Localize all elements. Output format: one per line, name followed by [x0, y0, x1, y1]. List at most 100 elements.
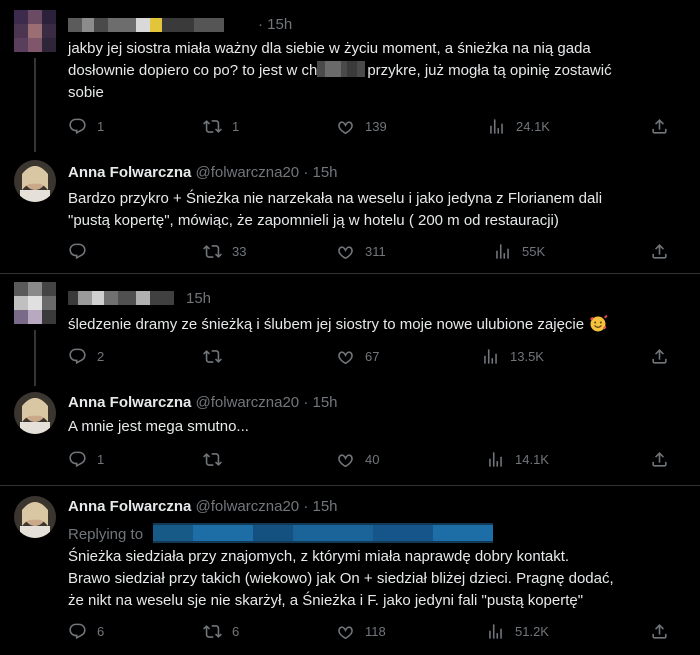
- tweet-actions: 1 1 139 24.1K: [68, 117, 668, 137]
- tweet-text: A mnie jest mega smutno...: [68, 416, 688, 438]
- tweet-actions: 6 6 118 51.2K: [68, 622, 668, 642]
- like-count: 118: [365, 624, 386, 639]
- share-button[interactable]: [650, 242, 669, 261]
- share-icon: [650, 450, 669, 469]
- reply-button[interactable]: 2: [68, 347, 104, 366]
- author-name[interactable]: Anna Folwarczna @folwarczna20 · 15h: [68, 394, 338, 411]
- reply-icon: [68, 622, 87, 641]
- like-count: 139: [365, 119, 387, 134]
- author-handle[interactable]: @folwarczna20: [196, 394, 300, 411]
- views-button[interactable]: 14.1K: [486, 450, 549, 469]
- retweet-button[interactable]: [203, 347, 232, 366]
- author-name-blurred[interactable]: [68, 14, 258, 36]
- views-count: 13.5K: [510, 349, 544, 364]
- author-name[interactable]: Anna Folwarczna @folwarczna20 · 15h: [68, 498, 338, 515]
- like-button[interactable]: 67: [336, 347, 379, 366]
- like-count: 67: [365, 349, 380, 364]
- reply-icon: [68, 242, 87, 261]
- tweet-time[interactable]: · 15h: [303, 164, 337, 181]
- reply-count: 6: [97, 624, 105, 639]
- display-name[interactable]: Anna Folwarczna: [68, 164, 191, 181]
- share-button[interactable]: [650, 450, 669, 469]
- tweet-time[interactable]: · 15h: [303, 394, 337, 411]
- tweet-text: śledzenie dramy ze śnieżką i ślubem jej …: [68, 314, 688, 336]
- display-name[interactable]: Anna Folwarczna: [68, 394, 191, 411]
- retweet-button[interactable]: 6: [203, 622, 239, 641]
- views-icon: [487, 117, 506, 136]
- tweet-time[interactable]: 15h: [186, 290, 211, 307]
- reply-button[interactable]: [68, 242, 97, 261]
- text-line: A mnie jest mega smutno...: [68, 418, 249, 435]
- views-button[interactable]: 13.5K: [481, 347, 544, 366]
- author-handle[interactable]: @folwarczna20: [196, 498, 300, 515]
- views-icon: [486, 450, 505, 469]
- like-count: 311: [365, 244, 386, 259]
- views-count: 14.1K: [515, 452, 549, 467]
- avatar-pixelated[interactable]: [14, 282, 56, 324]
- smiling-face-with-hearts-icon: [590, 315, 608, 332]
- replying-to-label: Replying to: [68, 526, 144, 543]
- share-icon: [650, 242, 669, 261]
- reply-button[interactable]: 1: [68, 450, 104, 469]
- reply-button[interactable]: 6: [68, 622, 104, 641]
- text-line: dosłownie dopiero co po? to jest w ch prz…: [68, 61, 612, 79]
- text-line: że nikt na weselu sje nie skarżył, a Śni…: [68, 592, 584, 609]
- like-icon: [336, 347, 355, 366]
- censored-word: [317, 61, 366, 77]
- retweet-count: 6: [232, 624, 240, 639]
- tweet-1[interactable]: · 15h jakby jej siostra miała ważny dla …: [0, 0, 700, 152]
- share-button[interactable]: [650, 347, 669, 366]
- views-count: 24.1K: [516, 119, 550, 134]
- tweet-text: jakby jej siostra miała ważny dla siebie…: [68, 38, 688, 104]
- retweet-count: 1: [232, 119, 240, 134]
- tweet-actions: 1 40 14.1K: [68, 450, 668, 470]
- views-count: 55K: [522, 244, 546, 259]
- like-button[interactable]: 40: [336, 450, 379, 469]
- retweet-button[interactable]: 1: [203, 117, 239, 136]
- like-button[interactable]: 118: [336, 622, 386, 641]
- text-line: sobie: [68, 84, 104, 101]
- like-icon: [336, 117, 355, 136]
- text-line: Bardzo przykro + Śnieżka nie narzekała n…: [68, 190, 603, 207]
- share-button[interactable]: [650, 622, 669, 641]
- retweet-button[interactable]: 33: [203, 242, 246, 261]
- share-icon: [650, 117, 669, 136]
- reply-button[interactable]: 1: [68, 117, 104, 136]
- replying-to-handles-blurred[interactable]: [153, 523, 494, 543]
- avatar-pixelated[interactable]: [14, 10, 56, 52]
- author-name-blurred[interactable]: [68, 287, 178, 309]
- text-line: Brawo siedział przy takich (wiekowo) jak…: [68, 570, 614, 587]
- text-line: "pustą kopertę", mówiąc, że zapomnieli j…: [68, 212, 559, 229]
- views-button[interactable]: 24.1K: [487, 117, 550, 136]
- tweet-4[interactable]: Anna Folwarczna @folwarczna20 · 15h A mn…: [0, 382, 700, 482]
- text-line: jakby jej siostra miała ważny dla siebie…: [68, 40, 591, 57]
- display-name[interactable]: Anna Folwarczna: [68, 498, 191, 515]
- reply-icon: [68, 450, 87, 469]
- like-button[interactable]: 139: [336, 117, 387, 136]
- author-name[interactable]: Anna Folwarczna @folwarczna20 · 15h: [68, 164, 338, 181]
- views-count: 51.2K: [515, 624, 549, 639]
- share-icon: [650, 622, 669, 641]
- text-line: Śnieżka siedziała przy znajomych, z któr…: [68, 548, 570, 565]
- like-icon: [336, 622, 355, 641]
- views-icon: [486, 622, 505, 641]
- tweet-3[interactable]: 15h śledzenie dramy ze śnieżką i ślubem …: [0, 274, 700, 386]
- views-button[interactable]: 51.2K: [486, 622, 549, 641]
- tweet-time[interactable]: · 15h: [303, 498, 337, 515]
- avatar[interactable]: [14, 496, 56, 538]
- views-button[interactable]: 55K: [493, 242, 545, 261]
- thread-line: [34, 58, 36, 152]
- tweet-2[interactable]: Anna Folwarczna @folwarczna20 · 15h Bard…: [0, 150, 700, 270]
- avatar[interactable]: [14, 392, 56, 434]
- tweet-time[interactable]: · 15h: [258, 16, 292, 33]
- like-button[interactable]: 311: [336, 242, 386, 261]
- share-button[interactable]: [650, 117, 669, 136]
- tweet-5[interactable]: Anna Folwarczna @folwarczna20 · 15h Repl…: [0, 486, 700, 655]
- tweet-text: Bardzo przykro + Śnieżka nie narzekała n…: [68, 188, 688, 232]
- tweet-actions: 2 67 13.5K: [68, 347, 668, 367]
- text-line: śledzenie dramy ze śnieżką i ślubem jej …: [68, 314, 688, 336]
- retweet-button[interactable]: [203, 450, 232, 469]
- retweet-icon: [203, 347, 222, 366]
- avatar[interactable]: [14, 160, 56, 202]
- author-handle[interactable]: @folwarczna20: [196, 164, 300, 181]
